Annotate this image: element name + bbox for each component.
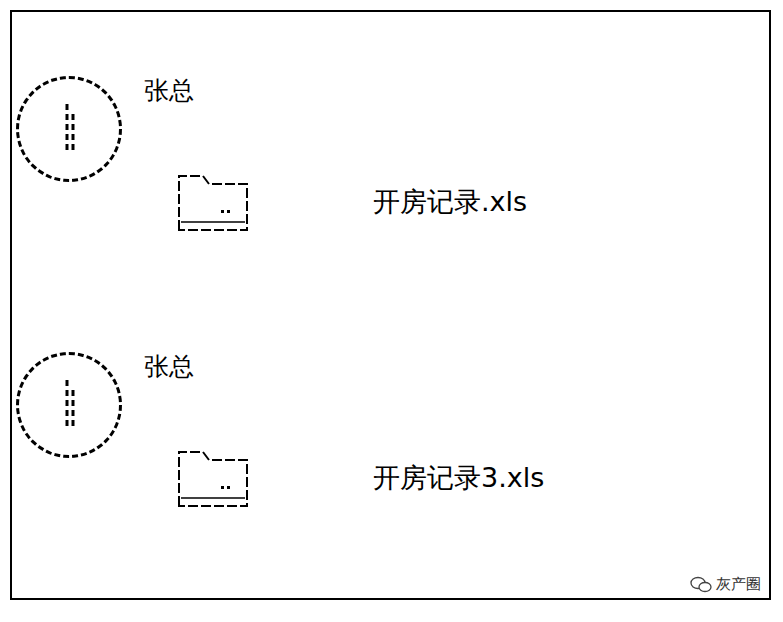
- chat-message: 张总开房记录.xls: [16, 70, 769, 246]
- message-content: 张总开房记录3.xls: [144, 346, 544, 522]
- folder-icon[interactable]: [177, 448, 249, 508]
- sender-name: 张总: [144, 76, 527, 106]
- file-name[interactable]: 开房记录3.xls: [373, 461, 544, 495]
- chat-window: 张总开房记录.xls张总开房记录3.xls灰产圈: [10, 10, 771, 600]
- file-attachment[interactable]: 开房记录3.xls: [144, 448, 544, 508]
- message-content: 张总开房记录.xls: [144, 70, 527, 246]
- file-name[interactable]: 开房记录.xls: [373, 185, 527, 219]
- chat-message: 张总开房记录3.xls: [16, 346, 769, 522]
- avatar-icon[interactable]: [16, 76, 122, 182]
- wechat-icon: [690, 576, 712, 594]
- avatar-icon[interactable]: [16, 352, 122, 458]
- watermark-text: 灰产圈: [716, 575, 761, 594]
- watermark: 灰产圈: [690, 575, 761, 594]
- sender-name: 张总: [144, 352, 544, 382]
- file-attachment[interactable]: 开房记录.xls: [144, 172, 527, 232]
- folder-icon[interactable]: [177, 172, 249, 232]
